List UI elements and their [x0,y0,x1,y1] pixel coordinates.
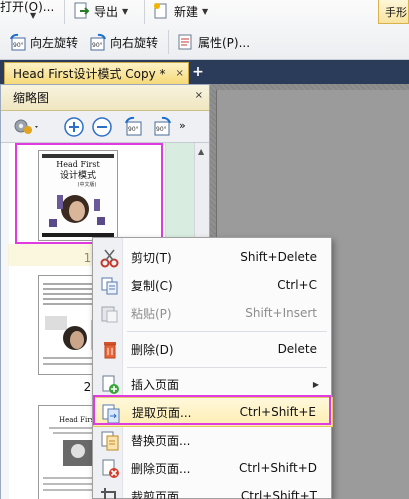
add-tab-icon[interactable]: + [191,65,205,79]
menu-item-label: 删除页面... [131,461,191,476]
open-label: 打开(O)... [0,0,55,14]
menu-item-shortcut: Delete [277,342,317,356]
menu-item-shortcut: Ctrl+C [277,278,317,292]
scroll-up-icon[interactable]: ▲ [198,147,204,156]
submenu-arrow-icon: ▶ [312,379,319,389]
rotate-left-label: 向左旋转 [30,35,79,50]
svg-text:90°: 90° [128,126,139,133]
selection-highlight-thumbnail [15,143,163,244]
rotate-left-icon: 90° [8,33,26,51]
chevron-down-icon[interactable]: » [179,119,186,132]
divider [168,30,169,54]
svg-text:90°: 90° [156,126,167,133]
scissors-icon [100,248,119,268]
menu-item-label: 剪切(T) [131,250,172,265]
rotate-right-icon[interactable]: 90° [151,116,173,141]
menu-item-replace-pages[interactable]: 替换页面... [93,425,333,455]
hand-tool-tab[interactable]: 手形 [378,0,409,24]
svg-text:90°: 90° [92,42,103,49]
properties-icon [176,33,194,51]
insert-page-icon [100,375,119,394]
replace-page-icon [100,431,119,451]
menu-item-label: 删除(D) [131,342,174,357]
menu-item-shortcut: Shift+Insert [245,306,317,320]
divider [144,0,145,24]
menu-item-crop-pages[interactable]: 裁剪页面 Ctrl+Shift+T [93,481,333,499]
trash-icon [100,340,118,359]
menu-item-label: 插入页面 [131,377,180,392]
document-tab[interactable]: Head First设计模式 Copy * × [4,62,189,84]
chevron-down-icon: ▼ [30,10,37,20]
export-label: 导出 [94,4,119,19]
rotate-right-button[interactable]: 90° 向右旋转 [88,30,158,54]
svg-text:90°: 90° [13,42,24,49]
menu-item-label: 替换页面... [131,433,191,448]
open-button[interactable]: 打开(O)... [0,0,54,18]
close-icon[interactable]: × [176,68,184,79]
menu-item-label: 粘贴(P) [131,306,172,321]
ribbon-toolbar: 打开(O)... ▼ 导出 ▼ 新建 ▼ 手形 90° 向左旋转 90° 向右旋… [0,0,409,60]
rotate-left-icon[interactable]: 90° [123,116,145,141]
new-document-icon [152,2,170,20]
close-icon[interactable]: × [195,90,203,101]
menu-item-label: 复制(C) [131,278,173,293]
rotate-right-label: 向右旋转 [110,35,159,50]
menu-item-cut[interactable]: 剪切(T) Shift+Delete [93,242,333,272]
rotate-right-icon: 90° [88,33,106,51]
new-label: 新建 [174,4,199,19]
menu-separator [127,367,327,368]
rotate-left-button[interactable]: 90° 向左旋转 [8,30,78,54]
hand-tool-label: 手形 [385,6,407,19]
menu-item-label: 裁剪页面 [131,489,180,499]
zoom-out-icon[interactable] [91,116,113,141]
menu-item-paste[interactable]: 粘贴(P) Shift+Insert [93,298,333,328]
panel-title: 缩略图 [13,91,50,105]
selection-highlight-menu-item [93,395,331,425]
export-button[interactable]: 导出 ▼ [72,0,128,23]
chevron-down-icon: ▼ [122,6,129,16]
paste-icon [100,304,118,323]
properties-button[interactable]: 属性(P)... [176,30,250,54]
menu-item-shortcut: Ctrl+Shift+T [240,489,317,499]
options-gear-icon[interactable] [11,116,41,141]
document-tab-bar: Head First设计模式 Copy * × + [0,60,409,84]
open-dropdown[interactable]: ▼ [30,10,36,20]
document-tab-title: Head First设计模式 Copy * [13,67,166,81]
menu-item-shortcut: Ctrl+Shift+D [239,461,317,475]
export-icon [72,2,90,20]
chevron-down-icon: ▼ [202,6,209,16]
divider [64,0,65,24]
menu-item-delete[interactable]: 删除(D) Delete [93,334,333,364]
panel-header: 缩略图 × [1,85,209,111]
crop-page-icon [100,487,118,499]
menu-item-shortcut: Shift+Delete [240,250,317,264]
zoom-in-icon[interactable] [63,116,85,141]
menu-item-delete-pages[interactable]: 删除页面... Ctrl+Shift+D [93,453,333,483]
context-menu: 剪切(T) Shift+Delete 复制(C) Ctrl+C 粘贴(P) Sh… [92,237,333,499]
panel-toolbar: 90° 90° » [1,111,209,143]
copy-icon [100,276,118,295]
menu-item-copy[interactable]: 复制(C) Ctrl+C [93,270,333,300]
delete-page-icon [100,459,119,478]
menu-separator [127,331,327,332]
new-button[interactable]: 新建 ▼ [152,0,208,23]
properties-label: 属性(P)... [198,35,251,50]
